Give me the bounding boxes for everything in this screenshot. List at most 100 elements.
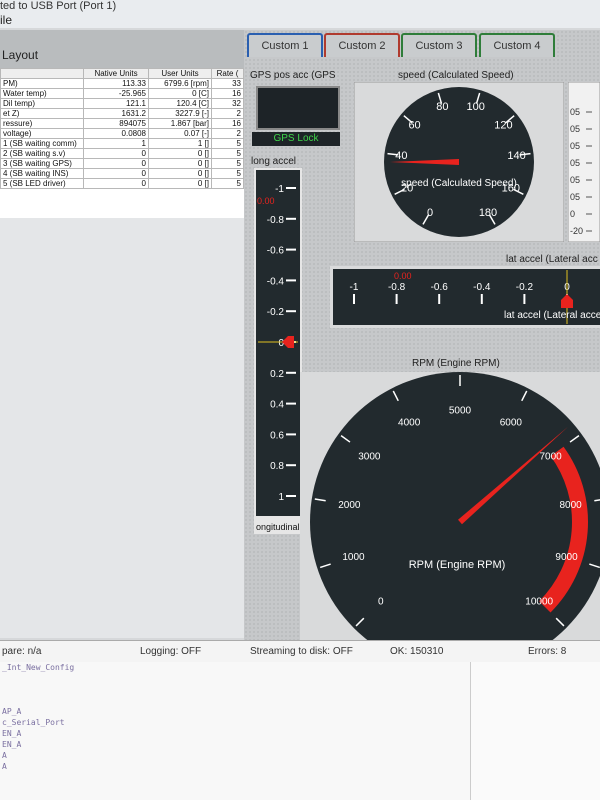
long-accel-tick-label: 0.6: [270, 430, 284, 441]
menu-file[interactable]: ile: [0, 13, 12, 27]
cell-channel-name: 1 (SB waiting comm): [0, 138, 84, 149]
cell-channel-name: PM): [0, 78, 84, 89]
tab-custom-4[interactable]: Custom 4: [479, 33, 555, 57]
tab-custom-1[interactable]: Custom 1: [247, 33, 323, 57]
layout-panel-header: Layout: [0, 30, 244, 69]
lat-accel-overlay-value: 0.00: [394, 271, 412, 281]
long-accel-tick-label: 0.8: [270, 461, 284, 472]
speed-tick-label: 100: [466, 101, 484, 113]
table-row[interactable]: ressure) 894075 1.867 [bar] 16: [0, 118, 244, 129]
cell-rate: 5: [211, 148, 244, 159]
console-line: c_Serial_Port: [2, 718, 65, 727]
rpm-tick-label: 10000: [525, 597, 553, 608]
cell-user-units: 0 []: [148, 168, 212, 179]
cell-native-units: 1: [83, 138, 149, 149]
table-header-row: Native Units User Units Rate (: [0, 68, 244, 79]
table-row[interactable]: Dil temp) 121.1 120.4 [C] 32: [0, 98, 244, 109]
side-strip-tick-label: 05: [570, 124, 580, 134]
table-row[interactable]: 1 (SB waiting comm) 1 1 [] 5: [0, 138, 244, 149]
rpm-tick-label: 3000: [358, 452, 381, 463]
table-row[interactable]: et Z) 1631.2 3227.9 [-] 2: [0, 108, 244, 119]
table-row[interactable]: Water temp) -25.965 0 [C] 16: [0, 88, 244, 99]
long-accel-title: long accel: [251, 156, 297, 167]
side-strip-tick-label: 05: [570, 107, 580, 117]
lat-accel-tick-label: -0.2: [516, 282, 534, 293]
table-row[interactable]: 4 (SB waiting INS) 0 0 [] 5: [0, 168, 244, 179]
status-ok-count: OK: 150310: [390, 646, 444, 657]
lat-accel-tick-label: -0.4: [473, 282, 491, 293]
speed-center-label: speed (Calculated Speed): [401, 178, 517, 189]
cell-native-units: 1631.2: [83, 108, 149, 119]
long-accel-tick-label: 1: [278, 492, 284, 503]
rpm-tick-label: 0: [378, 597, 384, 608]
column-header-user-units[interactable]: User Units: [148, 68, 212, 79]
cell-user-units: 120.4 [C]: [148, 98, 212, 109]
cell-user-units: 0 []: [148, 178, 212, 189]
console-line: EN_A: [2, 729, 22, 738]
rpm-gauge: 0 1000 2000 3000 4000 5000 6000 7000 8000 9000 100…: [300, 372, 600, 640]
rpm-tick-label: 6000: [500, 418, 523, 429]
speed-tick-label: 0: [427, 207, 433, 219]
cell-channel-name: et Z): [0, 108, 84, 119]
cell-channel-name: 4 (SB waiting INS): [0, 168, 84, 179]
cell-rate: 2: [211, 108, 244, 119]
cell-user-units: 3227.9 [-]: [148, 108, 212, 119]
table-row[interactable]: voltage) 0.0808 0.07 [-] 2: [0, 128, 244, 139]
column-header-rate[interactable]: Rate (: [211, 68, 244, 79]
cell-native-units: 0.0808: [83, 128, 149, 139]
console-log[interactable]: _Int_New_Config AP_A c_Serial_Port EN_A …: [0, 662, 470, 800]
lat-accel-footer: lat accel (Lateral acce: [504, 310, 600, 321]
gps-lock-indicator: GPS Lock: [252, 132, 340, 146]
table-row[interactable]: 3 (SB waiting GPS) 0 0 [] 5: [0, 158, 244, 169]
cell-user-units: 0 []: [148, 158, 212, 169]
title-bar: ted to USB Port (Port 1) ile: [0, 0, 600, 28]
lat-accel-gauge: -1-0.8-0.6-0.4-0.20 0.00 lat accel (Late…: [330, 266, 600, 328]
lat-accel-tick-label: -0.8: [388, 282, 406, 293]
long-accel-tick-label: 0.2: [270, 369, 284, 380]
console-line: A: [2, 762, 7, 771]
long-accel-tick-label: -0.2: [267, 307, 285, 318]
cell-user-units: 6799.6 [rpm]: [148, 78, 212, 89]
long-accel-overlay-value: 0.00: [257, 196, 275, 206]
column-header-name[interactable]: [0, 68, 84, 79]
table-row[interactable]: 5 (SB LED driver) 0 0 [] 5: [0, 178, 244, 189]
tab-custom-3[interactable]: Custom 3: [401, 33, 477, 57]
long-accel-tick-label: -1: [275, 184, 284, 195]
speed-tick-label: 120: [494, 119, 512, 131]
cell-channel-name: Dil temp): [0, 98, 84, 109]
cell-native-units: 121.1: [83, 98, 149, 109]
cell-rate: 5: [211, 158, 244, 169]
cell-native-units: 113.33: [83, 78, 149, 89]
cell-channel-name: Water temp): [0, 88, 84, 99]
tab-custom-2[interactable]: Custom 2: [324, 33, 400, 57]
side-strip-tick-label: 05: [570, 158, 580, 168]
table-row[interactable]: PM) 113.33 6799.6 [rpm] 33: [0, 78, 244, 89]
column-header-native-units[interactable]: Native Units: [83, 68, 149, 79]
cell-native-units: 0: [83, 158, 149, 169]
speed-tick-label: 140: [507, 150, 525, 162]
side-strip-tick-label: 05: [570, 175, 580, 185]
rpm-gauge-title: RPM (Engine RPM): [412, 358, 500, 369]
layout-panel-title: Layout: [2, 48, 39, 62]
rpm-tick-label: 1000: [342, 552, 365, 563]
side-strip-tick-label: 05: [570, 141, 580, 151]
cell-rate: 2: [211, 128, 244, 139]
cell-native-units: -25.965: [83, 88, 149, 99]
speed-tick-label: 180: [479, 207, 497, 219]
cell-channel-name: 5 (SB LED driver): [0, 178, 84, 189]
console-side-pane: [470, 662, 600, 800]
status-spare: pare: n/a: [2, 646, 42, 657]
table-row[interactable]: 2 (SB waiting s.v) 0 0 [] 5: [0, 148, 244, 159]
cell-rate: 16: [211, 88, 244, 99]
cell-user-units: 1 []: [148, 138, 212, 149]
lat-accel-title: lat accel (Lateral acc: [506, 254, 598, 265]
side-strip-gauge: 05 05 05 05 05 05 0 -20: [568, 82, 600, 242]
console-line: AP_A: [2, 707, 22, 716]
status-logging: Logging: OFF: [140, 646, 202, 657]
long-accel-gauge: -1-0.8-0.6-0.4-0.200.20.40.60.81 0.00 on…: [254, 168, 302, 534]
cell-rate: 5: [211, 178, 244, 189]
status-errors: Errors: 8: [528, 646, 567, 657]
